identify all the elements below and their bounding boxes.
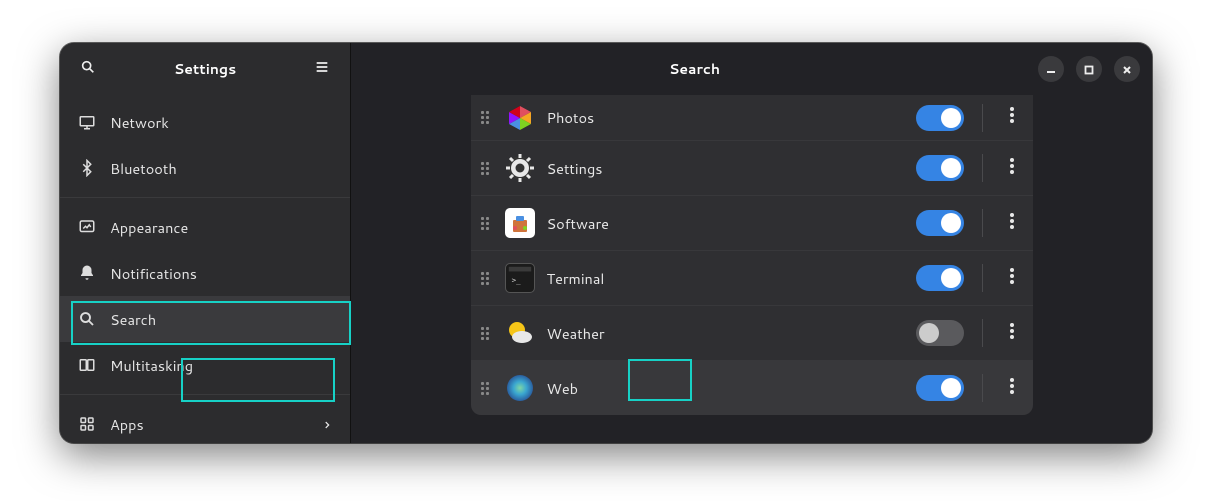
- sidebar-menu-button[interactable]: [306, 53, 338, 85]
- search-app-row: Photos: [471, 95, 1033, 140]
- search-app-toggle[interactable]: [916, 105, 964, 131]
- multitasking-icon: [78, 356, 96, 374]
- row-separator: [982, 374, 983, 402]
- kebab-icon: [1010, 322, 1014, 345]
- row-menu-button[interactable]: [1001, 209, 1023, 237]
- apps-icon: [78, 415, 96, 433]
- sidebar-item-label: Bluetooth: [110, 158, 177, 179]
- search-app-row: Web: [471, 360, 1033, 415]
- sidebar-header: Settings: [60, 43, 350, 95]
- sidebar-separator: [60, 394, 350, 395]
- main-body: Photos Settings: [351, 95, 1152, 443]
- sidebar-item-label: Apps: [110, 414, 144, 435]
- display-icon: [78, 113, 96, 131]
- terminal-app-icon: >_: [505, 263, 535, 293]
- sidebar-item-bluetooth[interactable]: Bluetooth: [60, 145, 350, 191]
- sidebar-item-notifications[interactable]: Notifications: [60, 250, 350, 296]
- search-app-label: Software: [547, 213, 904, 234]
- search-app-row: Software: [471, 195, 1033, 250]
- close-icon: [1122, 58, 1132, 81]
- window-maximize-button[interactable]: [1076, 56, 1102, 82]
- main-title: Search: [363, 59, 1026, 79]
- row-separator: [982, 264, 983, 292]
- search-app-row: >_ Terminal: [471, 250, 1033, 305]
- drag-handle-icon[interactable]: [477, 160, 493, 176]
- appearance-icon: [78, 218, 96, 236]
- window-close-button[interactable]: [1114, 56, 1140, 82]
- search-app-row: Settings: [471, 140, 1033, 195]
- window-minimize-button[interactable]: [1038, 56, 1064, 82]
- main-header: Search: [351, 43, 1152, 95]
- kebab-icon: [1010, 267, 1014, 290]
- kebab-icon: [1010, 106, 1014, 129]
- maximize-icon: [1084, 58, 1094, 81]
- drag-handle-icon[interactable]: [477, 325, 493, 341]
- row-menu-button[interactable]: [1001, 154, 1023, 182]
- drag-handle-icon[interactable]: [477, 380, 493, 396]
- sidebar-item-label: Network: [110, 112, 169, 133]
- search-icon: [80, 58, 96, 81]
- settings-window: Settings Network Bluetooth: [60, 43, 1152, 443]
- row-separator: [982, 209, 983, 237]
- software-app-icon: [505, 208, 535, 238]
- sidebar-item-network[interactable]: Network: [60, 99, 350, 145]
- bluetooth-icon: [78, 159, 96, 177]
- svg-text:>_: >_: [511, 276, 520, 285]
- bell-icon: [78, 264, 96, 282]
- kebab-icon: [1010, 157, 1014, 180]
- search-app-label: Web: [547, 378, 904, 399]
- sidebar-item-label: Search: [110, 309, 156, 330]
- sidebar-item-label: Multitasking: [110, 355, 193, 376]
- kebab-icon: [1010, 377, 1014, 400]
- drag-handle-icon[interactable]: [477, 270, 493, 286]
- row-menu-button[interactable]: [1001, 319, 1023, 347]
- sidebar-list: Network Bluetooth Appearance Notificatio: [60, 95, 350, 443]
- weather-app-icon: [505, 318, 535, 348]
- kebab-icon: [1010, 212, 1014, 235]
- row-separator: [982, 104, 983, 132]
- search-app-label: Settings: [547, 158, 904, 179]
- sidebar-item-appearance[interactable]: Appearance: [60, 204, 350, 250]
- chevron-right-icon: [322, 414, 332, 435]
- sidebar-title: Settings: [112, 59, 298, 79]
- sidebar-item-multitasking[interactable]: Multitasking: [60, 342, 350, 388]
- search-app-list: Photos Settings: [471, 95, 1033, 443]
- search-app-toggle[interactable]: [916, 155, 964, 181]
- sidebar-search-button[interactable]: [72, 53, 104, 85]
- search-icon: [78, 310, 96, 328]
- sidebar-item-label: Notifications: [110, 263, 197, 284]
- row-menu-button[interactable]: [1001, 374, 1023, 402]
- photos-app-icon: [505, 103, 535, 133]
- sidebar: Settings Network Bluetooth: [60, 43, 351, 443]
- row-separator: [982, 154, 983, 182]
- row-separator: [982, 319, 983, 347]
- search-app-toggle[interactable]: [916, 265, 964, 291]
- search-app-toggle[interactable]: [916, 375, 964, 401]
- search-app-toggle[interactable]: [916, 320, 964, 346]
- web-app-icon: [505, 373, 535, 403]
- sidebar-item-apps[interactable]: Apps: [60, 401, 350, 443]
- search-app-label: Photos: [547, 107, 904, 128]
- main-panel: Search Photos: [351, 43, 1152, 443]
- search-app-label: Weather: [547, 323, 904, 344]
- sidebar-item-label: Appearance: [110, 217, 188, 238]
- sidebar-separator: [60, 197, 350, 198]
- hamburger-icon: [314, 58, 330, 81]
- search-app-label: Terminal: [547, 268, 904, 289]
- drag-handle-icon[interactable]: [477, 215, 493, 231]
- row-menu-button[interactable]: [1001, 104, 1023, 132]
- row-menu-button[interactable]: [1001, 264, 1023, 292]
- search-app-toggle[interactable]: [916, 210, 964, 236]
- search-app-row: Weather: [471, 305, 1033, 360]
- minimize-icon: [1046, 58, 1056, 81]
- settings-app-icon: [505, 153, 535, 183]
- sidebar-item-search[interactable]: Search: [60, 296, 350, 342]
- drag-handle-icon[interactable]: [477, 110, 493, 126]
